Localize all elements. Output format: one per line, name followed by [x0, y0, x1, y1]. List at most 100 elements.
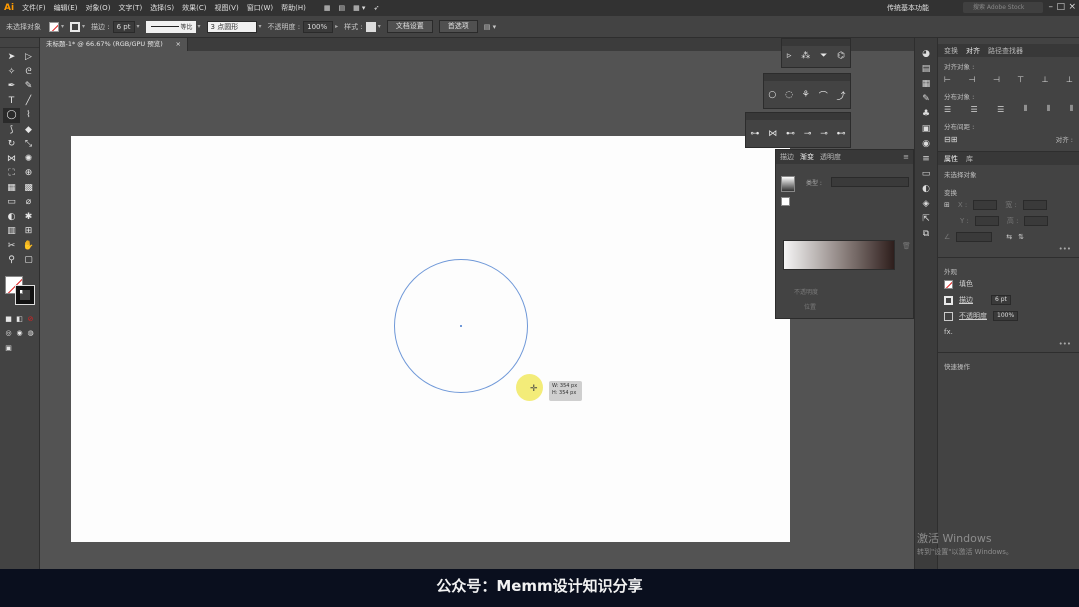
align-hcenter-icon[interactable]: ⊣	[968, 75, 975, 84]
chevron-down-icon[interactable]: ▾	[82, 23, 85, 30]
stroke-panel-icon[interactable]: ≡	[915, 151, 937, 166]
print-tiling-icon[interactable]: ▢	[20, 253, 37, 268]
color-icon[interactable]: ■	[3, 312, 14, 327]
brushes-icon[interactable]: ✎	[915, 91, 937, 106]
space-vertical-icon[interactable]: ⊟	[944, 135, 951, 144]
more-options-icon[interactable]: •••	[938, 340, 1079, 348]
artboards-icon[interactable]: ⧉	[915, 226, 937, 241]
width-profile-4-icon[interactable]: ⊸	[804, 129, 812, 139]
hand-icon[interactable]: ✋	[20, 239, 37, 254]
fx-button[interactable]: fx.	[944, 328, 953, 336]
menu-type[interactable]: 文字(T)	[118, 3, 142, 13]
menu-view[interactable]: 视图(V)	[214, 3, 238, 13]
y-field[interactable]	[974, 216, 999, 226]
x-field[interactable]	[973, 200, 998, 210]
tab-libraries[interactable]: 库	[966, 154, 973, 164]
ellipse-icon[interactable]: ◯	[3, 108, 20, 123]
tab-align[interactable]: 对齐	[966, 46, 980, 56]
magic-wand-icon[interactable]: ✧	[3, 65, 20, 80]
screen-mode-icon[interactable]: ▣	[3, 341, 14, 356]
pen-icon[interactable]: ✒	[3, 79, 20, 94]
more-options-icon[interactable]: •••	[938, 245, 1079, 253]
fill-swatch[interactable]	[49, 21, 59, 32]
menu-help[interactable]: 帮助(H)	[281, 3, 306, 13]
dist-hcenter-icon[interactable]: ⦀	[1047, 104, 1051, 114]
close-window-icon[interactable]: ×	[1068, 2, 1076, 12]
align-vcenter-icon[interactable]: ⊥	[1042, 75, 1049, 84]
chevron-down-icon[interactable]: ▾	[61, 23, 64, 30]
tab-transparency[interactable]: 透明度	[820, 152, 841, 162]
blend-icon[interactable]: ◐	[3, 210, 20, 225]
type-icon[interactable]: T	[3, 94, 20, 109]
circle-icon[interactable]: ○	[768, 90, 776, 100]
arrange-docs-icon[interactable]: ▦ ▾	[353, 4, 365, 12]
tab-properties[interactable]: 属性	[944, 154, 958, 164]
menu-file[interactable]: 文件(F)	[22, 3, 46, 13]
transparency-icon[interactable]: ◐	[915, 181, 937, 196]
menu-edit[interactable]: 编辑(E)	[54, 3, 78, 13]
chevron-down-icon[interactable]: ▾	[259, 23, 262, 30]
gradient-slider[interactable]	[783, 240, 895, 270]
tab-gradient[interactable]: 渐变	[800, 152, 814, 162]
layers-icon[interactable]: ◈	[915, 196, 937, 211]
align-left-icon[interactable]: ⊢	[944, 75, 951, 84]
panel-header[interactable]	[746, 113, 850, 120]
color-guide-icon[interactable]: ▤	[915, 61, 937, 76]
width-profile-3-icon[interactable]: ⊷	[786, 129, 795, 139]
opacity-field[interactable]: 100%	[993, 311, 1019, 321]
graphic-styles-icon[interactable]: ▣	[915, 121, 937, 136]
fill-none-small-swatch[interactable]	[781, 197, 790, 206]
flip-vertical-icon[interactable]: ⇅	[1018, 233, 1024, 241]
column-graph-icon[interactable]: ▥	[3, 224, 20, 239]
dist-right-icon[interactable]: ⦀	[1069, 104, 1073, 114]
panel-header[interactable]	[782, 39, 850, 46]
width-profile-6-icon[interactable]: ⊷	[837, 129, 846, 139]
shape-builder-icon[interactable]: ⊕	[20, 166, 37, 181]
graphic-style-swatch[interactable]	[365, 21, 376, 32]
draw-normal-icon[interactable]: ◎	[3, 326, 14, 341]
tab-stroke[interactable]: 描边	[780, 152, 794, 162]
none-icon[interactable]: ⊘	[25, 312, 36, 327]
stock-search-input[interactable]: 搜索 Adobe Stock	[963, 2, 1043, 13]
menu-select[interactable]: 选择(S)	[150, 3, 174, 13]
flip-horizontal-icon[interactable]: ⇆	[1006, 233, 1012, 241]
stock-icon[interactable]: ▤	[338, 4, 345, 12]
wrinkle-icon[interactable]: ⤴	[837, 89, 846, 102]
stroke-swatch[interactable]	[944, 295, 953, 305]
arrange-icon[interactable]: ▤ ▾	[484, 23, 496, 31]
width-icon[interactable]: ⋈	[3, 152, 20, 167]
dist-left-icon[interactable]: ⦀	[1024, 104, 1028, 114]
chevron-down-icon[interactable]: ▾	[198, 23, 201, 30]
rotate-field[interactable]	[956, 232, 993, 242]
filter-icon[interactable]: ⏷	[820, 51, 827, 61]
width-profile-2-icon[interactable]: ⋈	[768, 129, 777, 139]
shaper-icon[interactable]: ⟆	[3, 123, 20, 138]
appearance-icon[interactable]: ◉	[915, 136, 937, 151]
symbol-sprayer-icon[interactable]: ✱	[20, 210, 37, 225]
scallop-icon[interactable]: ⚘	[802, 90, 810, 100]
opacity-field[interactable]: 100%	[303, 20, 334, 33]
menu-effect[interactable]: 效果(C)	[182, 3, 206, 13]
bridge-icon[interactable]: ▦	[324, 4, 331, 12]
asset-export-icon[interactable]: ⇱	[915, 211, 937, 226]
align-top-icon[interactable]: ⊤	[1017, 75, 1024, 84]
gpu-rocket-icon[interactable]: ➶	[373, 4, 379, 12]
opacity-label[interactable]: 不透明度 :	[268, 22, 301, 32]
selection-icon[interactable]: ➤	[3, 50, 20, 65]
pucker-icon[interactable]: ◌	[785, 90, 793, 100]
document-setup-button[interactable]: 文档设置	[386, 20, 433, 33]
dist-vcenter-icon[interactable]: ☰	[971, 105, 978, 114]
menu-object[interactable]: 对象(O)	[85, 3, 110, 13]
width-profile-5-icon[interactable]: ⊸	[820, 129, 828, 139]
paintbrush-icon[interactable]: ⌇	[20, 108, 37, 123]
artboard-icon[interactable]: ⊞	[20, 224, 37, 239]
document-tab[interactable]: 未标题-1* @ 66.67% (RGB/GPU 预览) ×	[40, 38, 188, 51]
maximize-icon[interactable]: □	[1056, 2, 1065, 12]
tab-transform[interactable]: 变换	[944, 46, 958, 56]
gradient-thumbnail[interactable]	[781, 176, 795, 192]
nodes-icon[interactable]: ⁂	[801, 51, 810, 61]
width-profile-1-icon[interactable]: ⊶	[750, 129, 759, 139]
direct-selection-icon[interactable]: ▷	[20, 50, 37, 65]
brush-definition[interactable]: 3 点圆形	[206, 20, 257, 33]
h-field[interactable]	[1024, 216, 1049, 226]
